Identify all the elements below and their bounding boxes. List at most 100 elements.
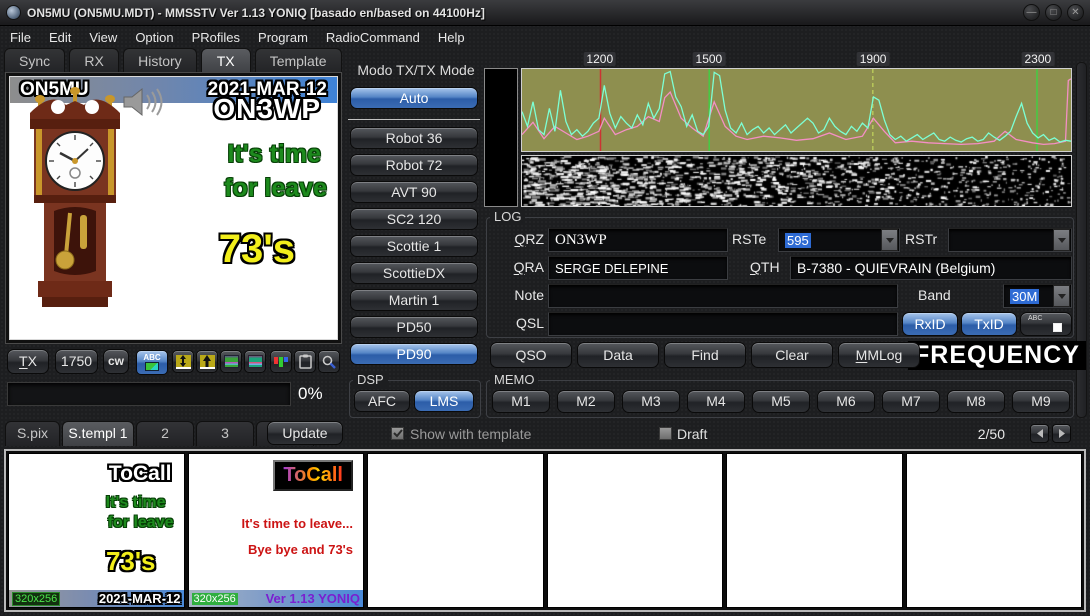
mode-button-scottiedx[interactable]: ScottieDX (350, 262, 478, 284)
thumb1-footer: 320x256 2021-MAR-12 (9, 590, 184, 607)
thumb1-line2: for leave (107, 514, 174, 531)
rstr-combo[interactable] (948, 228, 1072, 252)
tab-history[interactable]: History (123, 48, 197, 72)
memo-button-m8[interactable]: M8 (947, 390, 1005, 413)
mode-button-pd50[interactable]: PD50 (350, 316, 478, 338)
rste-dropdown-icon[interactable] (881, 229, 898, 251)
memo-button-m6[interactable]: M6 (817, 390, 875, 413)
template-thumbnail-3[interactable] (367, 453, 544, 608)
mode-button-avt-90[interactable]: AVT 90 (350, 181, 478, 203)
tx-image-panel[interactable]: ON3WP It's time for leave 73's ON5MU 202… (5, 72, 342, 344)
band-combo[interactable]: 30M (1003, 284, 1072, 308)
mode-button-scottie-1[interactable]: Scottie 1 (350, 235, 478, 257)
memo-button-m2[interactable]: M2 (557, 390, 615, 413)
maximize-icon[interactable]: □ (1045, 4, 1062, 21)
memo-button-m4[interactable]: M4 (687, 390, 745, 413)
mode-button-auto[interactable]: Auto (350, 87, 478, 109)
tab-tx[interactable]: TX (200, 48, 251, 72)
magnifier-icon[interactable] (318, 350, 340, 373)
action-button-data[interactable]: Data (577, 342, 659, 368)
tx-message-line1: It's time (227, 140, 321, 168)
action-button-clear[interactable]: Clear (751, 342, 833, 368)
spectrum-display[interactable] (521, 68, 1072, 152)
template-on-icon[interactable] (220, 350, 242, 373)
txid-button[interactable]: TxID (961, 312, 1017, 336)
action-button-qso[interactable]: QSO (490, 342, 572, 368)
tx-button[interactable]: TX (7, 349, 49, 374)
template-tab-s.templ-1[interactable]: S.templ 1 (62, 421, 134, 446)
update-button[interactable]: Update (267, 421, 343, 445)
qsl-label: QSL (515, 315, 544, 331)
memo-button-m1[interactable]: M1 (492, 390, 550, 413)
mode-button-robot-36[interactable]: Robot 36 (350, 127, 478, 149)
template-thumbnail-6[interactable] (905, 453, 1082, 608)
prev-template-icon[interactable] (1030, 424, 1049, 443)
memo-legend: MEMO (490, 372, 539, 387)
memo-button-m3[interactable]: M3 (622, 390, 680, 413)
template-thumbnail-1[interactable]: ToCall It's time for leave 73's 320x256 … (8, 453, 185, 608)
dsp-button-lms[interactable]: LMS (414, 390, 474, 412)
menu-item-profiles[interactable]: PRofiles (192, 30, 240, 45)
menu-item-program[interactable]: Program (258, 30, 308, 45)
stretch-vertical-icon[interactable] (172, 350, 194, 373)
mode-button-sc2-120[interactable]: SC2 120 (350, 208, 478, 230)
menu-item-file[interactable]: File (10, 30, 31, 45)
template-off-icon[interactable] (244, 350, 266, 373)
mode-button-pd90[interactable]: PD90 (350, 343, 478, 365)
mode-button-robot-72[interactable]: Robot 72 (350, 154, 478, 176)
rste-combo[interactable]: 595 (778, 228, 900, 252)
memo-button-m5[interactable]: M5 (752, 390, 810, 413)
menu-item-help[interactable]: Help (438, 30, 465, 45)
note-input[interactable] (548, 284, 898, 308)
close-icon[interactable]: ✕ (1067, 4, 1084, 21)
clipboard-icon[interactable] (294, 350, 316, 373)
dsp-button-afc[interactable]: AFC (354, 390, 410, 412)
memo-button-m7[interactable]: M7 (882, 390, 940, 413)
mode-panel-title: Modo TX/TX Mode (357, 62, 475, 78)
mode-button-martin-1[interactable]: Martin 1 (350, 289, 478, 311)
qth-input[interactable]: B-7380 - QUIEVRAIN (Belgium) (790, 256, 1072, 280)
template-thumbnail-5[interactable] (726, 453, 903, 608)
waterfall-display[interactable] (521, 155, 1072, 207)
band-dropdown-icon[interactable] (1053, 285, 1070, 307)
tx-image-canvas: ON3WP It's time for leave 73's ON5MU 202… (9, 76, 338, 340)
thumb1-line1: It's time (105, 494, 166, 511)
template-tab-2[interactable]: 2 (136, 421, 194, 446)
show-with-template-checkbox[interactable] (391, 427, 404, 440)
minimize-icon[interactable]: — (1023, 4, 1040, 21)
rstr-dropdown-icon[interactable] (1053, 229, 1070, 251)
rxid-button[interactable]: RxID (902, 312, 958, 336)
tab-rx[interactable]: RX (69, 48, 120, 72)
text-overlay-toggle-icon[interactable]: ABC (1020, 312, 1072, 336)
main-tabs: Sync RX History TX Template (4, 48, 342, 72)
thumb2-line1: It's time to leave... (241, 516, 353, 531)
qrz-input[interactable]: ON3WP (548, 228, 728, 252)
cw-button[interactable]: cw (103, 349, 129, 374)
tab-sync[interactable]: Sync (4, 48, 66, 72)
menu-item-edit[interactable]: Edit (49, 30, 71, 45)
title-bar[interactable]: ON5MU (ON5MU.MDT) - MMSSTV Ver 1.13 YONI… (0, 0, 1090, 26)
shift-up-icon[interactable] (196, 350, 218, 373)
template-thumbnail-2[interactable]: ToCall It's time to leave... Bye bye and… (187, 453, 364, 608)
menu-item-view[interactable]: View (89, 30, 117, 45)
text-to-image-icon[interactable]: ABC (136, 350, 168, 375)
tx-progress-percent: 0% (298, 384, 323, 403)
qsl-input[interactable] (548, 312, 898, 336)
template-tab-s.pix[interactable]: S.pix (5, 421, 60, 446)
histogram-icon[interactable] (270, 350, 292, 373)
menu-item-option[interactable]: Option (135, 30, 173, 45)
freq-label-1500: 1500 (692, 52, 726, 66)
draft-checkbox[interactable] (659, 427, 672, 440)
action-button-mmlog[interactable]: MMLog (838, 342, 920, 368)
speaker-icon[interactable] (122, 87, 166, 117)
tab-template[interactable]: Template (254, 48, 342, 72)
menu-item-radiocommand[interactable]: RadioCommand (326, 30, 420, 45)
rstr-label: RSTr (905, 231, 938, 247)
qra-input[interactable]: SERGE DELEPINE (548, 256, 728, 280)
memo-button-m9[interactable]: M9 (1012, 390, 1070, 413)
next-template-icon[interactable] (1052, 424, 1071, 443)
template-thumbnail-4[interactable] (546, 453, 723, 608)
action-button-find[interactable]: Find (664, 342, 746, 368)
tone-1750-button[interactable]: 1750 (55, 349, 98, 374)
template-tab-3[interactable]: 3 (196, 421, 254, 446)
